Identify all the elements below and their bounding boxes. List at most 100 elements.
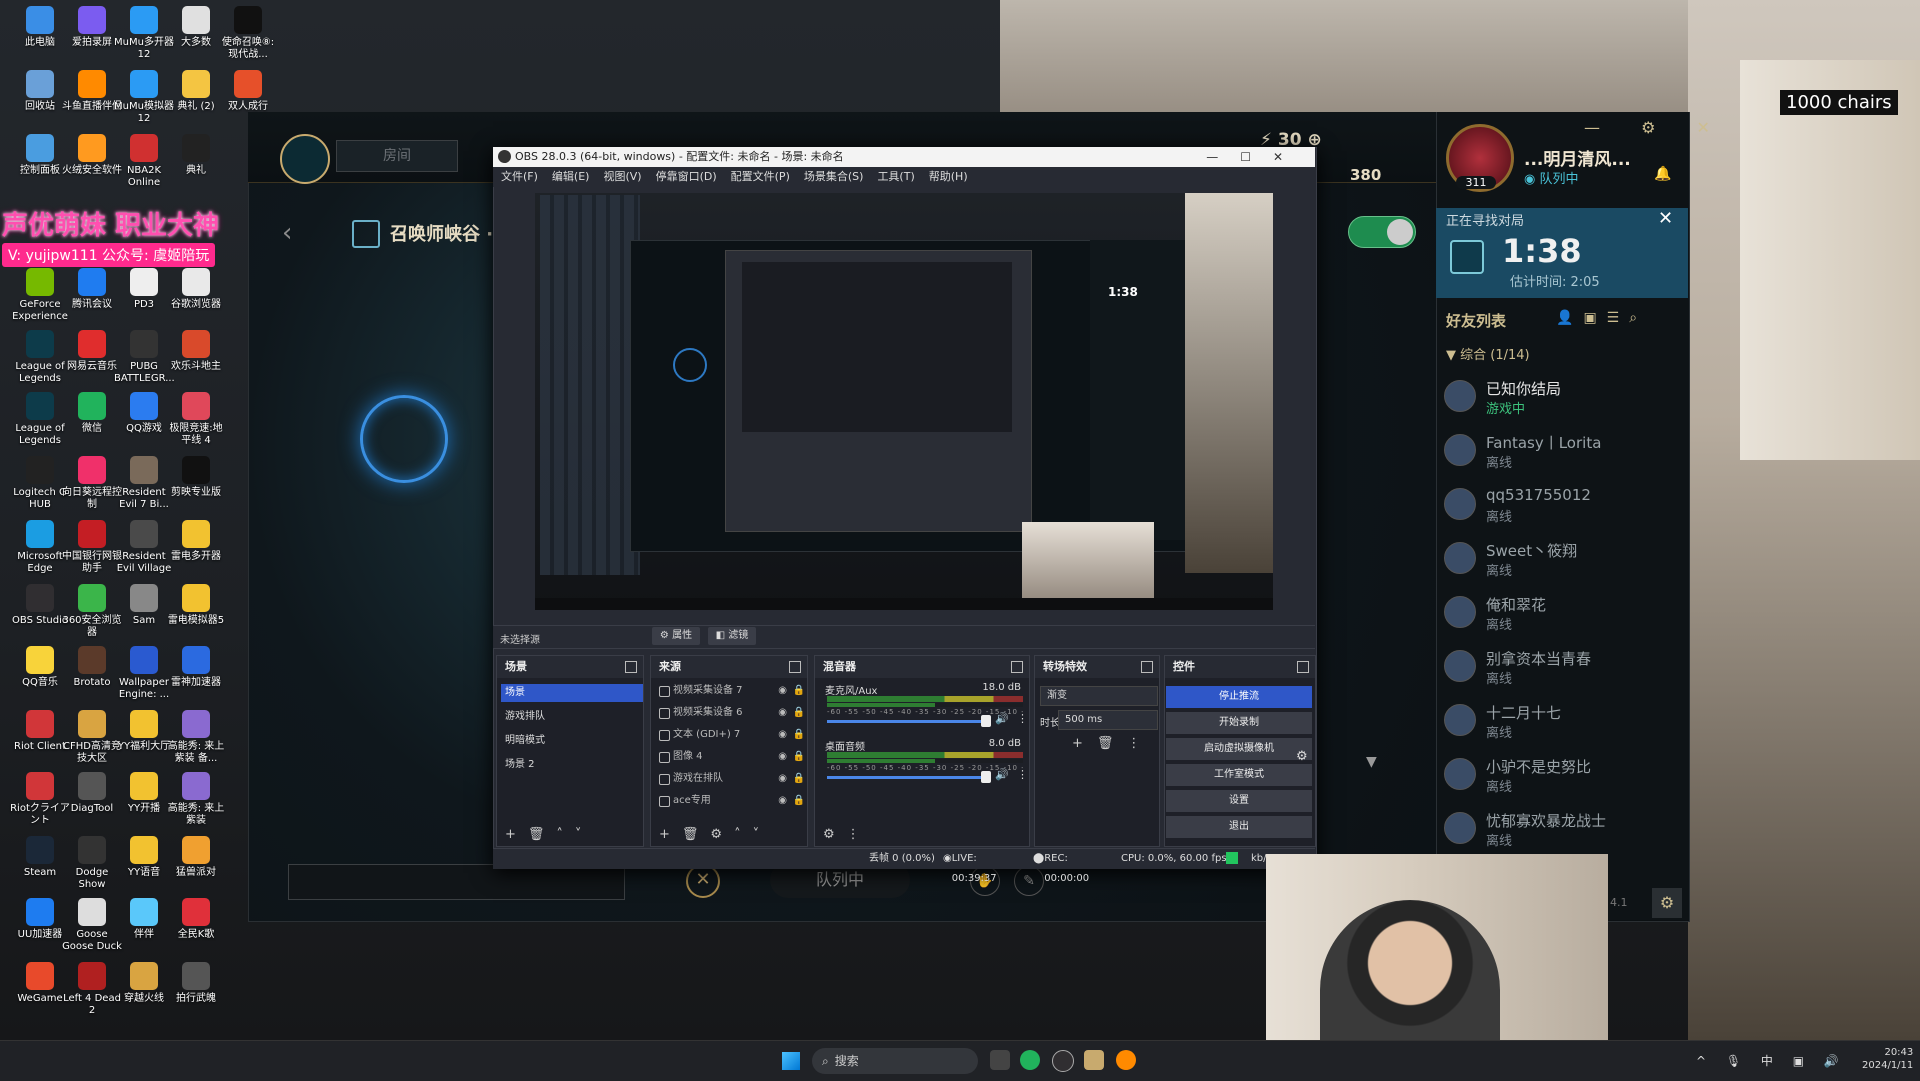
list-icon[interactable]: ☰ (1607, 310, 1630, 326)
desktop-icon[interactable]: MuMu模拟器12 (114, 70, 174, 125)
folder-icon[interactable]: ▣ (1583, 310, 1606, 326)
control-button[interactable]: 工作室模式 (1166, 764, 1312, 786)
lol-window-controls[interactable]: — ⚙ ✕ (1584, 118, 1728, 137)
control-button[interactable]: 设置 (1166, 790, 1312, 812)
cancel-queue-button[interactable]: ✕ (686, 864, 720, 898)
desktop-icon[interactable]: 双人成行 (218, 70, 278, 113)
friend-item[interactable]: 忧郁寡欢暴龙战士 离线 (1440, 804, 1680, 858)
up-icon[interactable]: ˄ (556, 827, 575, 842)
down-icon[interactable]: ˅ (575, 827, 594, 842)
desktop-icon[interactable]: 高能秀: 来上紫装 (166, 772, 226, 827)
desktop-icon[interactable]: Riot Client (10, 710, 70, 753)
desktop-icon[interactable]: Sam (114, 584, 174, 627)
desktop-icon[interactable]: 欢乐斗地主 (166, 330, 226, 373)
system-tray[interactable]: ^ 🎙 中 ▣ 🔊 (1696, 1052, 1847, 1069)
desktop-icon[interactable]: 斗鱼直播伴侣 (62, 70, 122, 113)
desktop-icon[interactable]: 微信 (62, 392, 122, 435)
taskbar-clock[interactable]: 20:43 2024/1/11 (1862, 1046, 1913, 1072)
windows-start-icon[interactable] (782, 1052, 800, 1070)
more-icon[interactable]: ⋮ (1127, 736, 1154, 751)
scene-item[interactable]: 场景 (501, 684, 643, 702)
desktop-icon[interactable]: 爱拍录屏 (62, 6, 122, 49)
control-button[interactable]: 停止推流 (1166, 686, 1312, 708)
add-icon[interactable]: + (505, 827, 528, 842)
popout-icon[interactable] (1297, 661, 1309, 673)
desktop-icon[interactable]: YY开播 (114, 772, 174, 815)
friend-item[interactable]: 小驴不是史努比 离线 (1440, 750, 1680, 804)
eye-icon[interactable]: ◉ (778, 682, 787, 700)
friend-item[interactable]: 十二月十七 离线 (1440, 696, 1680, 750)
source-item[interactable]: 游戏在排队 ◉ 🔒 (655, 770, 813, 788)
desktop-icon[interactable]: 网易云音乐 (62, 330, 122, 373)
volume-slider-handle[interactable] (981, 715, 991, 727)
eye-icon[interactable]: ◉ (778, 770, 787, 788)
desktop-icon[interactable]: MuMu多开器12 (114, 6, 174, 61)
source-item[interactable]: ace专用 ◉ 🔒 (655, 792, 813, 810)
desktop-icon[interactable]: Logitech G HUB (10, 456, 70, 511)
friends-toolbar[interactable]: 👤▣☰⌕ (1556, 310, 1647, 326)
desktop-icon[interactable]: Left 4 Dead 2 (62, 962, 122, 1017)
desktop-icon[interactable]: Dodge Show (62, 836, 122, 891)
desktop-icon[interactable]: Wallpaper Engine: ... (114, 646, 174, 701)
close-icon[interactable]: ✕ (1658, 208, 1673, 229)
control-button[interactable]: 退出 (1166, 816, 1312, 838)
room-button[interactable]: 房间 (336, 140, 458, 172)
lock-icon[interactable]: 🔒 (793, 792, 805, 810)
chevron-down-icon[interactable]: ▼ (1366, 754, 1377, 770)
desktop-icon[interactable]: YY语音 (114, 836, 174, 879)
desktop-icon[interactable]: Microsoft Edge (10, 520, 70, 575)
desktop-icon[interactable]: WeGame (10, 962, 70, 1005)
desktop-icon[interactable]: 火绒安全软件 (62, 134, 122, 177)
more-icon[interactable]: ⋮ (1017, 768, 1028, 781)
desktop-icon[interactable]: CFHD高清竞技大区 (62, 710, 122, 765)
taskbar-app-wechat[interactable] (1020, 1050, 1040, 1070)
menu-item[interactable]: 工具(T) (877, 170, 914, 183)
trash-icon[interactable]: 🗑 (1097, 736, 1128, 751)
volume-slider[interactable] (827, 720, 987, 723)
source-item[interactable]: 视频采集设备 7 ◉ 🔒 (655, 682, 813, 700)
friend-item[interactable]: 已知你结局 游戏中 (1440, 372, 1680, 426)
lock-icon[interactable]: 🔒 (793, 682, 805, 700)
desktop-icon[interactable]: Resident Evil Village (114, 520, 174, 575)
chat-bar[interactable] (288, 864, 625, 900)
desktop-icon[interactable]: DiagTool (62, 772, 122, 815)
desktop-icon[interactable]: 谷歌浏览器 (166, 268, 226, 311)
desktop-icon[interactable]: Steam (10, 836, 70, 879)
desktop-icon[interactable]: 伴伴 (114, 898, 174, 941)
popout-icon[interactable] (1141, 661, 1153, 673)
down-icon[interactable]: ˅ (753, 827, 772, 842)
desktop-icon[interactable]: QQ音乐 (10, 646, 70, 689)
eye-icon[interactable]: ◉ (778, 704, 787, 722)
menu-item[interactable]: 文件(F) (501, 170, 538, 183)
speaker-icon[interactable]: 🔊 (995, 712, 1009, 725)
gear-icon[interactable]: ⚙ (710, 827, 734, 842)
volume-slider[interactable] (827, 776, 987, 779)
taskbar-app-taskview[interactable] (990, 1050, 1010, 1070)
source-item[interactable]: 图像 4 ◉ 🔒 (655, 748, 813, 766)
desktop-icon[interactable]: UU加速器 (10, 898, 70, 941)
taskbar-app-lol[interactable] (1084, 1050, 1104, 1070)
desktop-icon[interactable]: 拍行武魄 (166, 962, 226, 1005)
control-button[interactable]: 启动虚拟摄像机 (1166, 738, 1312, 760)
desktop-icon[interactable]: 剪映专业版 (166, 456, 226, 499)
desktop-icon[interactable]: 360安全浏览器 (62, 584, 122, 639)
lock-icon[interactable]: 🔒 (793, 770, 805, 788)
desktop-icon[interactable]: 典礼 (2) (166, 70, 226, 113)
desktop-icon[interactable]: PUBG BATTLEGR... (114, 330, 175, 385)
lol-logo[interactable] (280, 134, 330, 184)
menu-item[interactable]: 视图(V) (603, 170, 641, 183)
friend-item[interactable]: Fantasy丨Lorita 离线 (1440, 426, 1680, 480)
more-icon[interactable]: ⋮ (1017, 712, 1028, 725)
scene-item[interactable]: 游戏排队 (501, 708, 643, 726)
party-toggle[interactable] (1348, 216, 1416, 248)
search-icon[interactable]: ⌕ (1629, 310, 1647, 326)
gear-icon[interactable]: ⚙ (823, 827, 847, 842)
gear-icon[interactable]: ⚙ (1652, 888, 1682, 918)
trash-icon[interactable]: 🗑 (682, 827, 711, 842)
menu-item[interactable]: 配置文件(P) (731, 170, 790, 183)
desktop-icon[interactable]: 极限竞速:地平线 4 (166, 392, 226, 447)
eye-icon[interactable]: ◉ (778, 748, 787, 766)
desktop-icon[interactable]: 大多数 (166, 6, 226, 49)
desktop-icon[interactable]: OBS Studio (10, 584, 70, 627)
desktop-icon[interactable]: 雷神加速器 (166, 646, 226, 689)
